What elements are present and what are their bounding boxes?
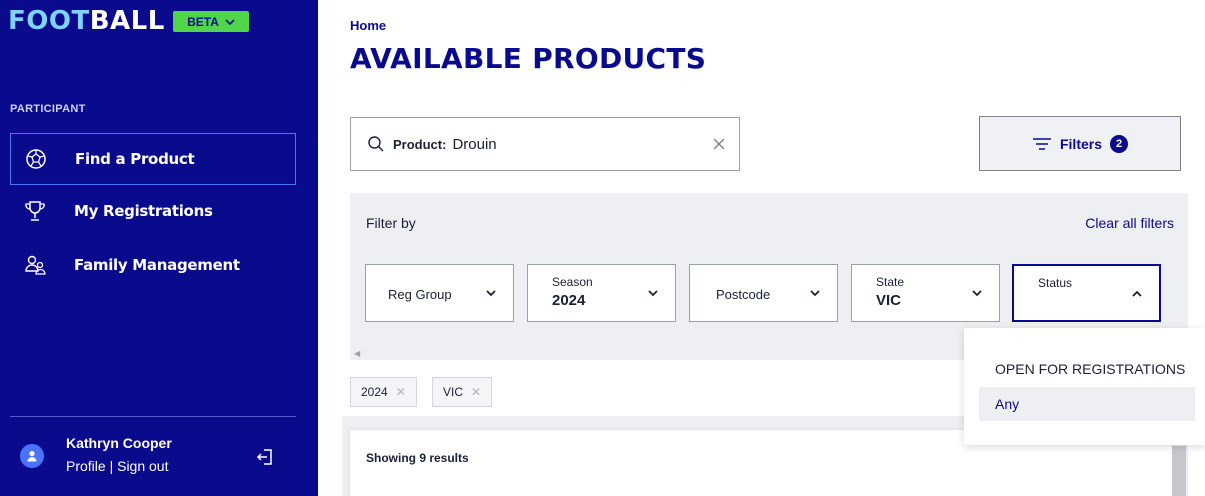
filter-by-heading: Filter by bbox=[366, 215, 416, 231]
user-name: Kathryn Cooper bbox=[66, 435, 172, 451]
close-icon[interactable]: ✕ bbox=[396, 385, 406, 399]
family-icon bbox=[16, 253, 54, 277]
select-label: Postcode bbox=[716, 287, 771, 302]
dropdown-group-header: OPEN FOR REGISTRATIONS bbox=[995, 361, 1186, 377]
link-separator: | bbox=[105, 458, 118, 474]
chip-label: VIC bbox=[443, 385, 464, 399]
sidebar-divider bbox=[10, 416, 296, 417]
state-select[interactable]: State VIC bbox=[851, 264, 1000, 322]
soccer-ball-icon bbox=[17, 147, 55, 171]
season-select[interactable]: Season 2024 bbox=[527, 264, 676, 322]
page-title: AVAILABLE PRODUCTS bbox=[350, 42, 707, 75]
postcode-select[interactable]: Postcode bbox=[689, 264, 838, 322]
sidebar-item-family-management[interactable]: Family Management bbox=[10, 239, 296, 291]
reg-group-select[interactable]: Reg Group bbox=[365, 264, 514, 322]
chevron-down-icon bbox=[486, 290, 496, 297]
option-label: Any bbox=[995, 396, 1020, 412]
sign-out-icon[interactable] bbox=[255, 447, 275, 467]
results-count: Showing 9 results bbox=[366, 451, 469, 465]
close-icon[interactable]: ✕ bbox=[471, 385, 481, 399]
sidebar-item-my-registrations[interactable]: My Registrations bbox=[10, 185, 296, 237]
product-search-input[interactable]: Product: Drouin bbox=[350, 117, 740, 171]
chevron-up-icon bbox=[1132, 290, 1142, 297]
select-value: VIC bbox=[876, 292, 902, 309]
close-icon[interactable] bbox=[711, 136, 727, 152]
sidebar-item-label: Family Management bbox=[74, 256, 240, 274]
search-value[interactable]: Drouin bbox=[452, 136, 496, 153]
filters-button[interactable]: Filters 2 bbox=[979, 116, 1181, 171]
app-root: FOOTBALL BETA PARTICIPANT Find a Product… bbox=[0, 0, 1205, 496]
select-label: Reg Group bbox=[388, 287, 452, 302]
trophy-icon bbox=[16, 199, 54, 223]
sidebar: FOOTBALL BETA PARTICIPANT Find a Product… bbox=[0, 0, 318, 496]
filters-label: Filters bbox=[1059, 135, 1102, 152]
chevron-down-icon bbox=[972, 290, 982, 297]
beta-dropdown[interactable]: BETA bbox=[173, 11, 249, 32]
app-logo[interactable]: FOOTBALL bbox=[8, 6, 165, 36]
chevron-down-icon bbox=[810, 290, 820, 297]
chip-label: 2024 bbox=[361, 385, 388, 399]
clear-all-filters-link[interactable]: Clear all filters bbox=[1085, 215, 1174, 231]
search-icon bbox=[368, 136, 384, 152]
avatar[interactable] bbox=[20, 444, 44, 468]
filter-chip-state[interactable]: VIC ✕ bbox=[432, 377, 493, 407]
profile-link[interactable]: Profile bbox=[66, 458, 106, 474]
filters-count-badge: 2 bbox=[1110, 134, 1128, 153]
section-label: PARTICIPANT bbox=[10, 103, 86, 115]
sign-out-link[interactable]: Sign out bbox=[117, 458, 168, 474]
select-label: State bbox=[876, 275, 905, 289]
vertical-scrollbar[interactable] bbox=[1172, 446, 1186, 496]
scroll-left-arrow-icon[interactable]: ◀ bbox=[354, 349, 360, 358]
status-select[interactable]: Status bbox=[1012, 264, 1161, 322]
beta-label: BETA bbox=[187, 14, 219, 29]
sidebar-item-find-a-product[interactable]: Find a Product bbox=[10, 133, 296, 185]
chevron-down-icon bbox=[225, 18, 235, 25]
sidebar-item-label: Find a Product bbox=[75, 150, 195, 168]
status-dropdown-menu: OPEN FOR REGISTRATIONS Any bbox=[964, 328, 1205, 445]
search-prefix: Product: bbox=[393, 136, 447, 152]
breadcrumb[interactable]: Home bbox=[350, 18, 386, 33]
filter-chip-season[interactable]: 2024 ✕ bbox=[350, 377, 417, 407]
sidebar-item-label: My Registrations bbox=[74, 202, 213, 220]
chevron-down-icon bbox=[648, 290, 658, 297]
filter-icon bbox=[1032, 137, 1051, 150]
select-label: Season bbox=[552, 275, 593, 289]
select-value: 2024 bbox=[552, 292, 586, 309]
dropdown-option-any[interactable]: Any bbox=[979, 387, 1195, 421]
select-label: Status bbox=[1038, 276, 1073, 290]
user-links: Profile | Sign out bbox=[66, 458, 168, 474]
